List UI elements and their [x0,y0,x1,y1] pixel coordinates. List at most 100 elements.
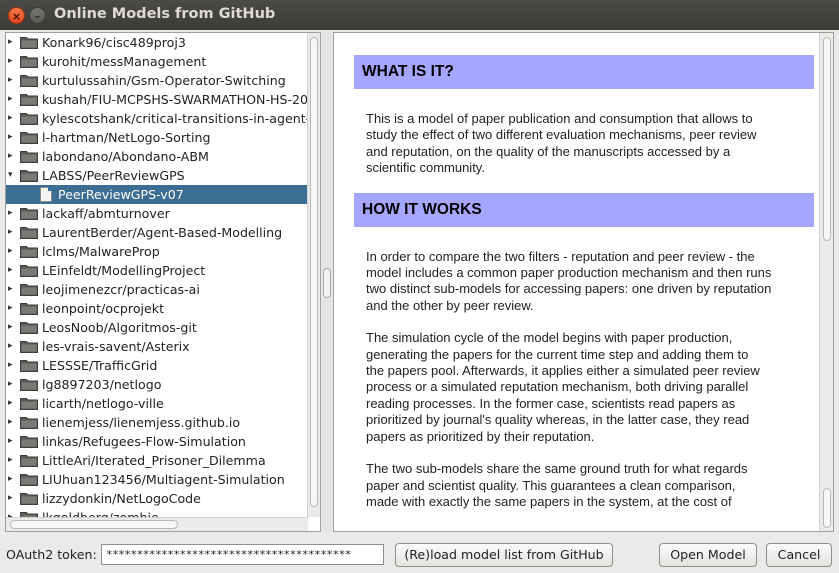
tree-folder-item[interactable]: ▸ Konark96/cisc489proj3 [6,33,308,52]
collapsed-triangle-icon[interactable]: ▸ [8,242,18,261]
tree-folder-item[interactable]: ▸ lizzydonkin/NetLogoCode [6,489,308,508]
tree-folder-item[interactable]: ▸ LittleAri/Iterated_Prisoner_Dilemma [6,451,308,470]
tree-folder-item[interactable]: ▸ leojimenezcr/practicas-ai [6,280,308,299]
collapsed-triangle-icon[interactable]: ▸ [8,432,18,451]
info-vertical-scroll-thumb[interactable] [823,37,831,241]
collapsed-triangle-icon[interactable]: ▸ [8,147,18,166]
tree-item-label: kushah/FIU-MCPSHS-SWARMATHON-HS-201 [42,92,308,107]
collapsed-triangle-icon[interactable]: ▸ [8,223,18,242]
folder-icon [20,473,38,486]
folder-icon [20,131,38,144]
window-title: Online Models from GitHub [54,6,276,22]
tree-item-label: lackaff/abmturnover [42,206,170,221]
tree-folder-item[interactable]: ▸ LeosNoob/Algoritmos-git [6,318,308,337]
collapsed-triangle-icon[interactable]: ▸ [8,71,18,90]
open-model-button[interactable]: Open Model [659,543,757,567]
collapsed-triangle-icon[interactable]: ▸ [8,299,18,318]
folder-icon [20,302,38,315]
tree-item-label: kurohit/messManagement [42,54,207,69]
tree-folder-item[interactable]: ▸ kushah/FIU-MCPSHS-SWARMATHON-HS-201 [6,90,308,109]
collapsed-triangle-icon[interactable]: ▸ [8,337,18,356]
tree-folder-item[interactable]: ▸ LESSSE/TrafficGrid [6,356,308,375]
info-vertical-scrollbar[interactable] [819,33,833,531]
folder-icon [20,283,38,296]
collapsed-triangle-icon[interactable]: ▸ [8,128,18,147]
model-tree[interactable]: ▸ Konark96/cisc489proj3 ▸ kurohit/messManag… [6,33,308,517]
collapsed-triangle-icon[interactable]: ▸ [8,318,18,337]
collapsed-triangle-icon[interactable]: ▸ [8,204,18,223]
tree-folder-item[interactable]: ▸ kylescotshank/critical-transitions-in-a… [6,109,308,128]
folder-icon [20,359,38,372]
split-pane-handle[interactable] [323,268,331,298]
tree-file-item[interactable]: PeerReviewGPS-v07 [6,185,308,204]
collapsed-triangle-icon[interactable]: ▸ [8,109,18,128]
cancel-button[interactable]: Cancel [766,543,832,567]
text-line: The two sub-models share the same ground… [366,461,748,477]
tree-horizontal-scroll-thumb[interactable] [10,520,178,529]
tree-item-label: PeerReviewGPS-v07 [58,187,184,202]
collapsed-triangle-icon[interactable]: ▸ [8,451,18,470]
tree-item-label: LeosNoob/Algoritmos-git [42,320,197,335]
text-line: study the effect of two different evalua… [366,127,757,143]
tree-item-label: kurtulussahin/Gsm-Operator-Switching [42,73,286,88]
tree-horizontal-scrollbar[interactable] [6,517,308,531]
tree-folder-item[interactable]: ▸ LIUhuan123456/Multiagent-Simulation [6,470,308,489]
collapsed-triangle-icon[interactable]: ▸ [8,52,18,71]
collapsed-triangle-icon[interactable]: ▸ [8,413,18,432]
tree-folder-item[interactable]: ▸ licarth/netlogo-ville [6,394,308,413]
minimize-window-icon[interactable]: – [29,7,46,24]
collapsed-triangle-icon[interactable]: ▸ [8,394,18,413]
close-window-icon[interactable]: × [8,7,25,24]
folder-icon [20,74,38,87]
collapsed-triangle-icon[interactable]: ▸ [8,375,18,394]
text-line: prioritized by journal's quality whereas… [366,412,750,428]
tree-folder-item[interactable]: ▸ lkgoldberg/zombie [6,508,308,517]
oauth-token-input[interactable]: **************************************** [101,544,384,565]
folder-icon [20,112,38,125]
tree-folder-item[interactable]: ▾ LABSS/PeerReviewGPS [6,166,308,185]
collapsed-triangle-icon[interactable]: ▸ [8,356,18,375]
folder-icon [20,454,38,467]
text-line: and reputation, on the quality of the ma… [366,143,731,159]
tree-folder-item[interactable]: ▸ lg8897203/netlogo [6,375,308,394]
tree-item-label: linkas/Refugees-Flow-Simulation [42,434,246,449]
info-scroll-down-button[interactable] [823,488,831,528]
collapsed-triangle-icon[interactable]: ▸ [8,489,18,508]
tree-folder-item[interactable]: ▸ kurtulussahin/Gsm-Operator-Switching [6,71,308,90]
section-heading-how-it-works: HOW IT WORKS [354,192,814,227]
tree-folder-item[interactable]: ▸ lclms/MalwareProp [6,242,308,261]
how-it-works-paragraph-2: The simulation cycle of the model begins… [354,330,814,445]
collapsed-triangle-icon[interactable]: ▸ [8,261,18,280]
collapsed-triangle-icon[interactable]: ▸ [8,90,18,109]
model-tree-pane: ▸ Konark96/cisc489proj3 ▸ kurohit/messManag… [5,32,321,532]
expanded-triangle-icon[interactable]: ▾ [8,166,18,185]
split-pane-divider[interactable] [322,32,332,532]
text-line: In order to compare the two filters - re… [366,248,755,264]
tree-folder-item[interactable]: ▸ LaurentBerder/Agent-Based-Modelling [6,223,308,242]
tree-folder-item[interactable]: ▸ lackaff/abmturnover [6,204,308,223]
folder-icon [20,207,38,220]
tree-folder-item[interactable]: ▸ lienemjess/lienemjess.github.io [6,413,308,432]
tree-folder-item[interactable]: ▸ l-hartman/NetLogo-Sorting [6,128,308,147]
reload-model-list-button[interactable]: (Re)load model list from GitHub [395,543,613,567]
collapsed-triangle-icon[interactable]: ▸ [8,470,18,489]
section-heading-what-is-it: WHAT IS IT? [354,55,814,89]
tree-item-label: leonpoint/ocprojekt [42,301,165,316]
what-is-it-paragraph: This is a model of paper publication and… [354,111,814,177]
tree-vertical-scroll-thumb[interactable] [310,37,318,507]
tree-folder-item[interactable]: ▸ LEinfeldt/ModellingProject [6,261,308,280]
tree-folder-item[interactable]: ▸ labondano/Abondano-ABM [6,147,308,166]
model-info-pane: WHAT IS IT? This is a model of paper pub… [333,32,834,532]
collapsed-triangle-icon[interactable]: ▸ [8,280,18,299]
tree-folder-item[interactable]: ▸ les-vrais-savent/Asterix [6,337,308,356]
collapsed-triangle-icon[interactable]: ▸ [8,33,18,52]
collapsed-triangle-icon[interactable]: ▸ [8,508,18,517]
oauth-token-label: OAuth2 token: [6,547,97,562]
tree-folder-item[interactable]: ▸ kurohit/messManagement [6,52,308,71]
tree-folder-item[interactable]: ▸ linkas/Refugees-Flow-Simulation [6,432,308,451]
folder-icon [20,492,38,505]
tree-vertical-scrollbar[interactable] [307,33,320,517]
file-icon [40,187,52,202]
folder-icon [20,340,38,353]
tree-folder-item[interactable]: ▸ leonpoint/ocprojekt [6,299,308,318]
